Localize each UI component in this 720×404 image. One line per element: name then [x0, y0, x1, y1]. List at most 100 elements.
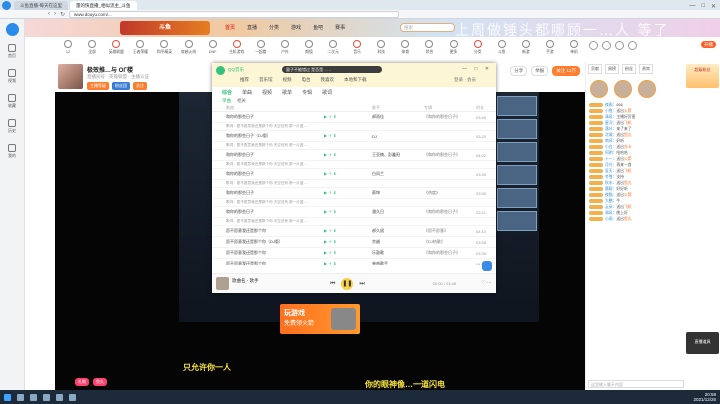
- history-icon[interactable]: [602, 41, 611, 50]
- rank-tab-contribution[interactable]: 贡献: [588, 64, 602, 74]
- song-row[interactable]: 和你的那些日子 ▶ ＋ ⬇ 王亚楠、彭鑫阳 《和你的那些日子》 04:02: [212, 150, 496, 161]
- chat-username[interactable]: 夜雨: [605, 103, 613, 107]
- chat-username[interactable]: 星河: [605, 121, 613, 125]
- category-item[interactable]: 户外: [274, 37, 296, 59]
- subtab-single[interactable]: 单曲: [222, 98, 231, 104]
- chat-username[interactable]: 云朵: [605, 205, 613, 209]
- taskbar-app-icon[interactable]: [69, 393, 76, 401]
- song-row[interactable]: 和你的那些日子 ▶ ＋ ⬇ 潘久日 《和你的那些日子》 03:21: [212, 207, 496, 218]
- rail-item-mine[interactable]: 我的: [0, 144, 24, 159]
- chat-username[interactable]: 南风: [605, 139, 613, 143]
- tag-level[interactable]: 主播等级: [87, 82, 109, 90]
- song-ops-icons[interactable]: ▶ ＋ ⬇: [324, 171, 372, 177]
- rail-logo-icon[interactable]: [5, 23, 19, 36]
- song-ops-icons[interactable]: ▶ ＋ ⬇: [324, 261, 372, 265]
- site-logo[interactable]: 斗鱼: [120, 21, 210, 35]
- rank-avatar[interactable]: [614, 80, 632, 98]
- rank-avatar[interactable]: [638, 80, 656, 98]
- song-ops-icons[interactable]: ▶ ＋ ⬇: [324, 250, 372, 256]
- minimize-icon[interactable]: —: [689, 3, 695, 10]
- nav-match[interactable]: 赛事: [335, 24, 345, 31]
- tab-album[interactable]: 专辑: [302, 89, 312, 96]
- chat-username[interactable]: 小雨: [605, 217, 613, 221]
- chat-username[interactable]: 十一: [605, 157, 613, 161]
- song-ops-icons[interactable]: ▶ ＋ ⬇: [324, 152, 372, 158]
- rank-avatar[interactable]: [590, 80, 608, 98]
- music-nav-recommend[interactable]: 推荐: [240, 77, 249, 83]
- song-row[interactable]: 愿不愿意我还是那个你 ▶ ＋ ⬇ 乐鼓歌 《和你的那些日子》 03:35: [212, 248, 496, 259]
- song-row[interactable]: 和你的那些日子（DJ版） ▶ ＋ ⬇ DJ 03:20: [212, 131, 496, 142]
- share-button[interactable]: 分享: [510, 66, 528, 76]
- nav-home[interactable]: 首页: [225, 24, 235, 31]
- music-float-button[interactable]: [482, 261, 492, 271]
- song-ops-icons[interactable]: ▶ ＋ ⬇: [324, 190, 372, 196]
- chat-username[interactable]: 北城: [605, 133, 613, 137]
- chat-username[interactable]: 小白: [605, 145, 613, 149]
- song-row[interactable]: 愿不愿意我还是那个你 ▶ ＋ ⬇ 郝久斌 《愿不愿意》 04:10: [212, 226, 496, 237]
- maximize-icon[interactable]: □: [701, 3, 705, 10]
- chat-username[interactable]: 阿明: [605, 151, 613, 155]
- tag-fans[interactable]: 粉丝团: [112, 82, 130, 90]
- chat-username[interactable]: 夜猫: [605, 193, 613, 197]
- gift-pill[interactable]: 礼物: [75, 378, 89, 386]
- category-item[interactable]: 一起看: [250, 37, 272, 59]
- right-bottom-ad[interactable]: 直播道具: [686, 332, 719, 354]
- rank-tab-vip[interactable]: 贵宾: [639, 64, 653, 74]
- category-item[interactable]: 斗鱼: [491, 37, 513, 59]
- chat-username[interactable]: 夏天: [605, 169, 613, 173]
- music-nav-radio[interactable]: 电台: [302, 77, 311, 83]
- url-input[interactable]: www.douyu.com/...: [69, 10, 400, 18]
- category-item[interactable]: 单机: [563, 37, 585, 59]
- report-button[interactable]: 举报: [531, 66, 549, 76]
- category-item[interactable]: 科技: [370, 37, 392, 59]
- category-item[interactable]: 综合: [418, 37, 440, 59]
- chat-username[interactable]: 秋水: [605, 181, 613, 185]
- follow-button[interactable]: 关注 12万: [552, 66, 580, 76]
- category-item[interactable]: 主机游戏: [226, 37, 248, 59]
- site-search-input[interactable]: 搜索: [400, 23, 455, 32]
- forward-icon[interactable]: ›: [54, 11, 56, 17]
- browser-logo-icon[interactable]: [2, 1, 11, 10]
- chat-username[interactable]: 冬雪: [605, 175, 613, 179]
- tag-follow[interactable]: 关注: [133, 82, 147, 90]
- nav-live[interactable]: 直播: [247, 24, 257, 31]
- chat-username[interactable]: 海风: [605, 211, 613, 215]
- song-row[interactable]: 愿不愿意我还是那个你 ▶ ＋ ⬇ 单曲歌手 04:05: [212, 259, 496, 265]
- rank-tab-week[interactable]: 周榜: [605, 64, 619, 74]
- category-item[interactable]: 穿越火线: [177, 37, 199, 59]
- avatar-icon[interactable]: [628, 41, 637, 50]
- fishball-pill[interactable]: 鱼丸: [93, 378, 107, 386]
- player-cover[interactable]: [216, 277, 229, 290]
- prev-icon[interactable]: ⏮: [330, 281, 335, 288]
- song-ops-icons[interactable]: ▶ ＋ ⬇: [324, 239, 372, 245]
- subtab-related[interactable]: 相关: [237, 98, 246, 104]
- music-window-controls[interactable]: — □ ✕: [462, 66, 492, 72]
- chat-username[interactable]: 晨曦: [605, 187, 613, 191]
- rank-tab-fans[interactable]: 粉丝: [622, 64, 636, 74]
- back-icon[interactable]: ‹: [48, 11, 50, 17]
- video-ad-banner[interactable]: 玩游戏 免费领火箭: [280, 304, 360, 334]
- next-icon[interactable]: ⏭: [359, 281, 364, 288]
- category-item[interactable]: 分类: [467, 37, 489, 59]
- browser-tab-2[interactable]: 量的快直播_相似流主_斗鱼: [70, 1, 137, 10]
- category-item[interactable]: 音乐: [346, 37, 368, 59]
- music-nav-video[interactable]: 视频: [283, 77, 292, 83]
- streamer-avatar[interactable]: [58, 64, 83, 89]
- category-item[interactable]: 体育: [394, 37, 416, 59]
- song-row[interactable]: 和你的那些日子 ▶ ＋ ⬇ 蔡坤 《热度》 03:55: [212, 188, 496, 199]
- tab-video[interactable]: 视频: [262, 89, 272, 96]
- category-item[interactable]: 英雄联盟: [105, 37, 127, 59]
- category-item[interactable]: 全部: [81, 37, 103, 59]
- category-item[interactable]: 更多: [443, 37, 465, 59]
- chat-username[interactable]: 小鱼: [605, 109, 613, 113]
- chat-username[interactable]: 大鹏: [605, 199, 613, 203]
- message-icon[interactable]: [589, 41, 598, 50]
- chat-username[interactable]: 清风: [605, 115, 613, 119]
- song-row[interactable]: 和你的那些日子 ▶ ＋ ⬇ 白凤兰 03:45: [212, 169, 496, 180]
- song-ops-icons[interactable]: ▶ ＋ ⬇: [324, 228, 372, 234]
- category-item[interactable]: 和平精英: [153, 37, 175, 59]
- category-item[interactable]: DNF: [202, 37, 224, 59]
- tab-all[interactable]: 综合: [222, 89, 232, 96]
- nav-game[interactable]: 游戏: [291, 24, 301, 31]
- song-row[interactable]: 愿不愿意我还是那个你（DJ版） ▶ ＋ ⬇ 余越 《DJ热歌》 03:58: [212, 237, 496, 248]
